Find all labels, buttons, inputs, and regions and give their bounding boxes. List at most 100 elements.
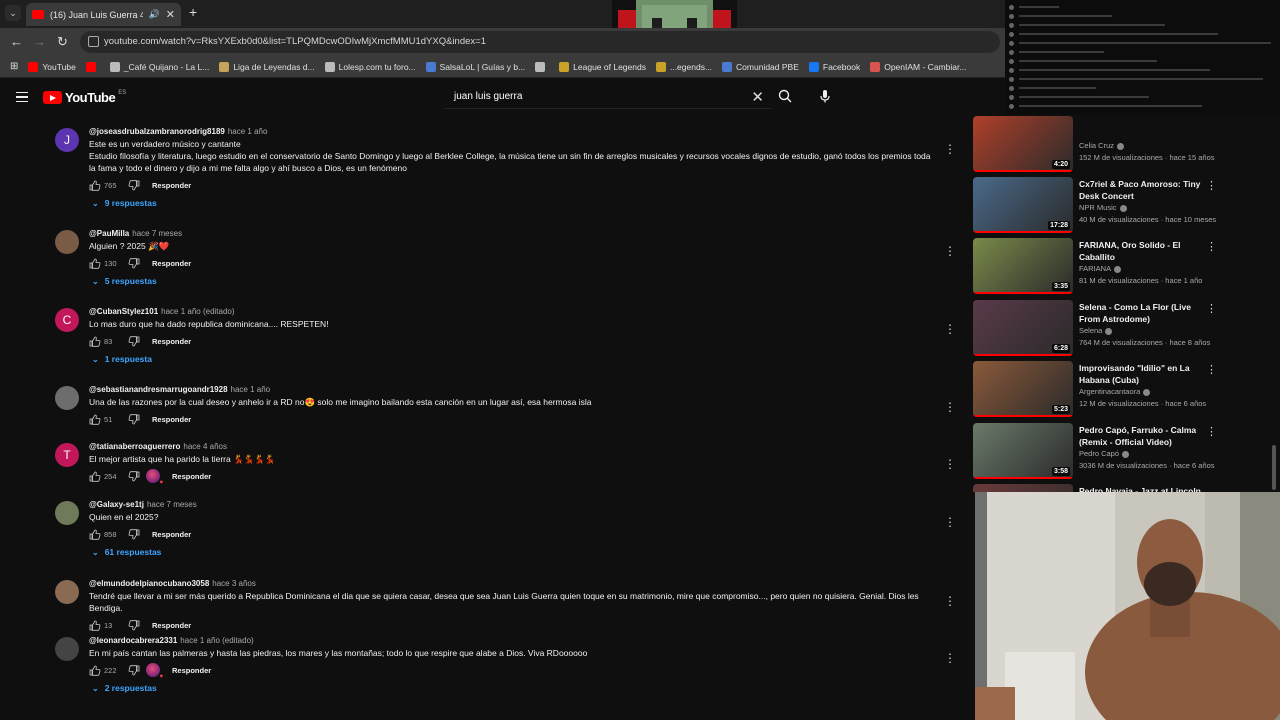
- comment-avatar[interactable]: T: [55, 443, 79, 467]
- sidebar-scrollbar[interactable]: [1272, 445, 1276, 490]
- comment-time[interactable]: hace 4 años: [183, 442, 227, 451]
- comment-time[interactable]: hace 7 meses: [147, 500, 197, 509]
- address-bar[interactable]: youtube.com/watch?v=RksYXExb0d0&list=TLP…: [80, 31, 1000, 53]
- bookmark-item[interactable]: Comunidad PBE: [722, 61, 799, 72]
- reply-button[interactable]: Responder: [152, 337, 191, 346]
- bookmark-item[interactable]: SalsaLoL | Guías y b...: [425, 61, 525, 72]
- video-thumbnail[interactable]: 6:28: [973, 300, 1073, 356]
- recommended-video[interactable]: 17:28 Cx7riel & Paco Amoroso: Tiny Desk C…: [973, 177, 1218, 235]
- dislike-icon[interactable]: [128, 470, 140, 482]
- hamburger-menu-icon[interactable]: [16, 92, 28, 102]
- channel-name[interactable]: NPR Music: [1079, 203, 1117, 212]
- reply-button[interactable]: Responder: [152, 621, 191, 630]
- video-channel[interactable]: NPR Music: [1079, 203, 1127, 212]
- channel-name[interactable]: FARIANA: [1079, 264, 1111, 273]
- comment-time[interactable]: hace 1 año (editado): [180, 636, 253, 645]
- search-icon[interactable]: [778, 89, 792, 103]
- comment-avatar[interactable]: C: [55, 308, 79, 332]
- video-thumbnail[interactable]: 3:58: [973, 423, 1073, 479]
- comment-author[interactable]: @CubanStylez101: [89, 307, 158, 316]
- recommended-video[interactable]: 6:28 Selena - Como La Flor (Live From Ast…: [973, 300, 1218, 358]
- apps-grid-icon[interactable]: ⊞: [10, 61, 18, 72]
- video-thumbnail[interactable]: 17:28: [973, 177, 1073, 233]
- like-icon[interactable]: [89, 180, 101, 191]
- bookmark-item[interactable]: Facebook: [808, 61, 860, 72]
- video-channel[interactable]: Pedro Capó: [1079, 449, 1130, 458]
- reply-button[interactable]: Responder: [172, 666, 211, 675]
- video-channel[interactable]: Selena: [1079, 326, 1113, 335]
- video-menu-icon[interactable]: ⋮: [1206, 302, 1217, 315]
- reload-icon[interactable]: ↻: [57, 34, 68, 50]
- channel-name[interactable]: Selena: [1079, 326, 1102, 335]
- comment-author[interactable]: @joseasdrubalzambranorodrig8189: [89, 127, 225, 136]
- like-icon[interactable]: [89, 665, 101, 676]
- like-icon[interactable]: [89, 336, 101, 347]
- comment-menu-icon[interactable]: ⋮: [944, 244, 956, 258]
- reply-button[interactable]: Responder: [152, 530, 191, 539]
- channel-name[interactable]: Pedro Capó: [1079, 449, 1119, 458]
- comment-author[interactable]: @sebastianandresmarrugoandr1928: [89, 385, 228, 394]
- channel-name[interactable]: Celia Cruz: [1079, 141, 1114, 150]
- search-input[interactable]: juan luis guerra ✕: [445, 85, 772, 109]
- comment-avatar[interactable]: [55, 580, 79, 604]
- comment-menu-icon[interactable]: ⋮: [944, 515, 956, 529]
- view-replies-button[interactable]: ⌄ 5 respuestas: [92, 276, 157, 286]
- comment-avatar[interactable]: [55, 230, 79, 254]
- video-menu-icon[interactable]: ⋮: [1206, 425, 1217, 438]
- comment-avatar[interactable]: J: [55, 128, 79, 152]
- search-query[interactable]: juan luis guerra: [454, 91, 522, 102]
- comment-avatar[interactable]: [55, 386, 79, 410]
- dislike-icon[interactable]: [128, 179, 140, 191]
- clear-search-icon[interactable]: ✕: [751, 88, 764, 106]
- channel-name[interactable]: Argentinacantaora: [1079, 387, 1140, 396]
- dislike-icon[interactable]: [128, 664, 140, 676]
- bookmark-item[interactable]: [85, 61, 100, 72]
- tab-list-button[interactable]: ⌄: [5, 5, 21, 21]
- comment-menu-icon[interactable]: ⋮: [944, 457, 956, 471]
- video-menu-icon[interactable]: ⋮: [1206, 240, 1217, 253]
- address-url[interactable]: youtube.com/watch?v=RksYXExb0d0&list=TLP…: [104, 36, 486, 47]
- bookmark-item[interactable]: Lolesp.com tu foro...: [324, 61, 416, 72]
- comment-avatar[interactable]: [55, 501, 79, 525]
- dislike-icon[interactable]: [128, 335, 140, 347]
- comment-menu-icon[interactable]: ⋮: [944, 651, 956, 665]
- video-title[interactable]: Improvisando "Idilio" en La Habana (Cuba…: [1079, 362, 1207, 386]
- reply-button[interactable]: Responder: [152, 181, 191, 190]
- video-thumbnail[interactable]: [973, 484, 1073, 492]
- forward-arrow-icon[interactable]: →: [33, 34, 46, 49]
- reply-button[interactable]: Responder: [152, 259, 191, 268]
- bookmark-item[interactable]: _Café Quijano - La L...: [109, 61, 209, 72]
- like-icon[interactable]: [89, 258, 101, 269]
- tab-audio-icon[interactable]: 🔊: [149, 9, 160, 20]
- comment-time[interactable]: hace 3 años: [212, 579, 256, 588]
- comment-time[interactable]: hace 7 meses: [132, 229, 182, 238]
- video-title[interactable]: FARIANA, Oro Solido - El Caballito: [1079, 239, 1207, 263]
- bookmark-item[interactable]: League of Legends: [559, 61, 646, 72]
- comment-author[interactable]: @elmundodelpianocubano3058: [89, 579, 209, 588]
- video-channel[interactable]: Celia Cruz: [1079, 141, 1125, 150]
- video-channel[interactable]: Argentinacantaora: [1079, 387, 1151, 396]
- comment-menu-icon[interactable]: ⋮: [944, 594, 956, 608]
- like-icon[interactable]: [89, 414, 101, 425]
- reply-button[interactable]: Responder: [152, 415, 191, 424]
- back-arrow-icon[interactable]: ←: [10, 34, 23, 49]
- video-title[interactable]: Pedro Navaja - Jazz at Lincoln: [1079, 485, 1207, 492]
- bookmark-item[interactable]: [535, 61, 549, 72]
- bookmark-item[interactable]: Liga de Leyendas d...: [219, 61, 315, 72]
- comment-author[interactable]: @PauMilla: [89, 229, 129, 238]
- video-thumbnail[interactable]: 4:20: [973, 116, 1073, 172]
- recommended-video[interactable]: 3:35 FARIANA, Oro Solido - El Caballito FA…: [973, 238, 1218, 296]
- video-channel[interactable]: FARIANA: [1079, 264, 1122, 273]
- browser-tab-active[interactable]: (16) Juan Luis Guerra 4.40 🔊 ✕: [26, 3, 181, 26]
- view-replies-button[interactable]: ⌄ 61 respuestas: [92, 547, 161, 557]
- tab-close-icon[interactable]: ✕: [166, 8, 175, 21]
- youtube-logo[interactable]: YouTube ES: [43, 90, 126, 105]
- video-thumbnail[interactable]: 5:23: [973, 361, 1073, 417]
- recommended-video[interactable]: 5:23 Improvisando "Idilio" en La Habana (…: [973, 361, 1218, 419]
- bookmark-item[interactable]: YouTube: [28, 61, 76, 72]
- new-tab-button[interactable]: +: [189, 4, 197, 20]
- bookmark-item[interactable]: ...egends...: [655, 61, 712, 72]
- recommended-video[interactable]: 3:58 Pedro Capó, Farruko - Calma (Remix -…: [973, 423, 1218, 481]
- recommended-video[interactable]: 4:20 Celia Cruz 152 M de visualizaciones ·…: [973, 116, 1218, 174]
- video-menu-icon[interactable]: ⋮: [1206, 363, 1217, 376]
